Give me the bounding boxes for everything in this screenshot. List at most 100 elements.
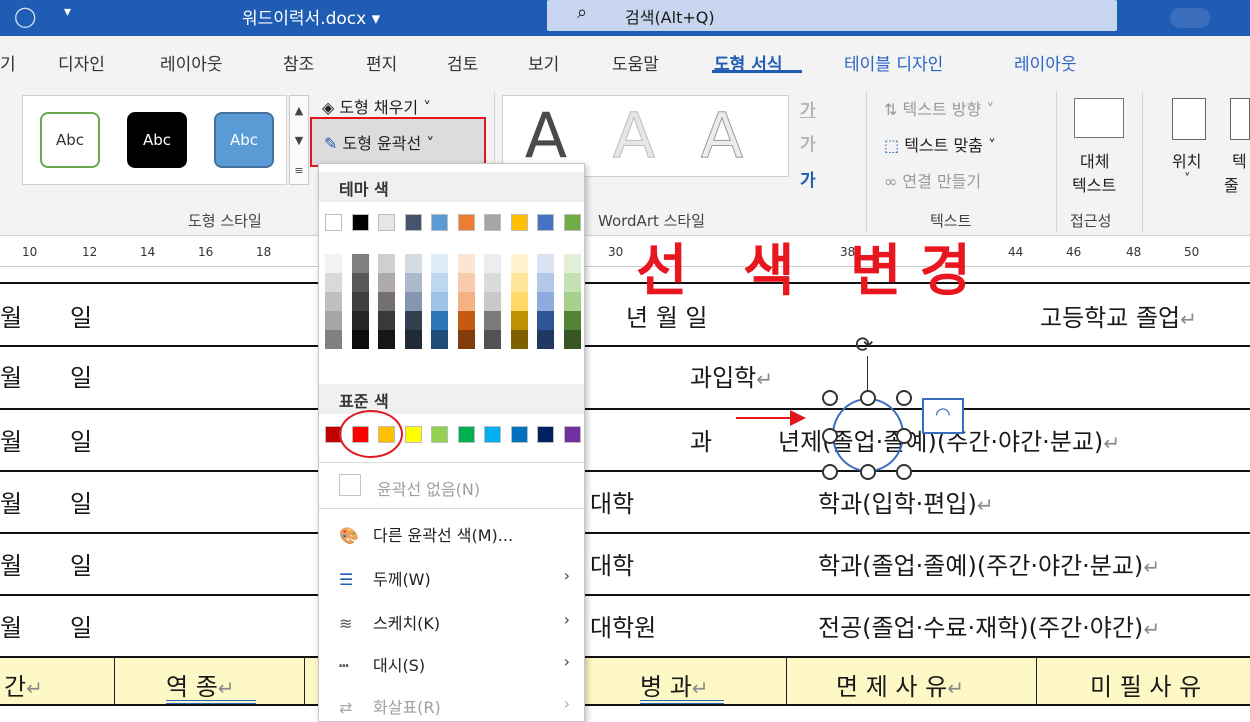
standard-color-swatch[interactable] [510, 426, 528, 443]
theme-shade-swatch[interactable] [325, 254, 342, 273]
table-cell[interactable]: 과입학↵ [690, 358, 773, 393]
theme-shade-swatch[interactable] [431, 311, 448, 330]
tab-review[interactable]: 검토 [447, 50, 478, 75]
table-cell[interactable]: 월 [0, 484, 22, 519]
resize-handle[interactable] [896, 390, 912, 406]
alt-text-button[interactable]: 대체 [1080, 148, 1109, 172]
search-box[interactable]: ⌕ 검색(Alt+Q) [547, 0, 1117, 31]
wordart-style-3[interactable]: A [684, 98, 760, 172]
theme-shade-swatch[interactable] [457, 330, 475, 349]
tab-partial[interactable]: 기 [0, 50, 16, 75]
table-header-cell[interactable]: 간↵ [4, 667, 43, 702]
dashes-item[interactable]: ┅ 대시(S) [339, 652, 425, 676]
table-cell[interactable]: 월 [0, 422, 22, 457]
tab-mailings[interactable]: 편지 [366, 50, 397, 75]
theme-shade-swatch[interactable] [378, 330, 395, 349]
standard-color-swatch[interactable] [457, 426, 475, 443]
theme-shade-swatch[interactable] [325, 292, 342, 311]
standard-color-swatch[interactable] [404, 426, 422, 443]
table-cell[interactable]: 대학원 [590, 608, 656, 643]
theme-color-swatch[interactable] [378, 214, 395, 231]
table-cell[interactable]: 일 [70, 484, 92, 519]
standard-color-swatch[interactable] [431, 426, 448, 443]
theme-shade-swatch[interactable] [378, 292, 395, 311]
weight-item[interactable]: ☰ 두께(W) [339, 566, 431, 590]
theme-shade-swatch[interactable] [404, 273, 422, 292]
theme-shade-swatch[interactable] [537, 273, 554, 292]
shape-outline-button[interactable]: ✎ 도형 윤곽선 ˅ [310, 117, 486, 167]
theme-shade-swatch[interactable] [351, 254, 369, 273]
shape-style-3[interactable]: Abc [214, 112, 274, 168]
theme-color-swatch[interactable] [484, 214, 501, 231]
layout-options-icon[interactable]: ◠ [922, 398, 964, 434]
theme-shade-swatch[interactable] [325, 273, 342, 292]
theme-shade-swatch[interactable] [431, 273, 448, 292]
table-header-cell[interactable]: 역 종↵ [166, 667, 235, 702]
shape-fill-button[interactable]: ◈ 도형 채우기 ˅ [322, 94, 431, 118]
chevron-down-icon[interactable]: ▼ [290, 126, 308, 156]
theme-shade-swatch[interactable] [510, 273, 528, 292]
table-header-cell[interactable]: 면 제 사 유↵ [836, 667, 964, 702]
standard-color-swatch[interactable] [484, 426, 501, 443]
more-outline-colors-item[interactable]: 🎨 다른 윤곽선 색(M)... [339, 522, 513, 546]
wrap-text-button[interactable]: 텍 [1232, 148, 1247, 172]
table-cell[interactable]: 과 [690, 422, 712, 457]
theme-shade-swatch[interactable] [510, 254, 528, 273]
horizontal-ruler[interactable]: 10 12 14 16 18 30 38 44 46 48 50 [0, 237, 1250, 267]
table-cell[interactable]: 전공(졸업·수료·재학)(주간·야간)↵ [818, 608, 1160, 643]
standard-color-swatch[interactable] [537, 426, 554, 443]
theme-shade-swatch[interactable] [563, 311, 581, 330]
table-cell[interactable]: 월 [0, 608, 22, 643]
position-button[interactable]: 위치 [1172, 148, 1201, 172]
theme-shade-swatch[interactable] [378, 254, 395, 273]
tab-layout[interactable]: 레이아웃 [160, 50, 223, 75]
wordart-style-2[interactable]: A [596, 98, 672, 172]
theme-shade-swatch[interactable] [457, 254, 475, 273]
text-outline-button[interactable]: 가 [800, 130, 816, 155]
theme-shade-swatch[interactable] [537, 330, 554, 349]
undo-icon[interactable]: ◯ [14, 4, 36, 28]
resize-handle[interactable] [896, 428, 912, 444]
text-fill-button[interactable]: 가 [800, 96, 816, 121]
theme-shade-swatch[interactable] [431, 330, 448, 349]
resize-handle[interactable] [822, 428, 838, 444]
table-cell[interactable]: 일 [70, 608, 92, 643]
arrows-item[interactable]: ⇄ 화살표(R) [339, 694, 441, 718]
theme-shade-swatch[interactable] [325, 311, 342, 330]
theme-shade-swatch[interactable] [537, 254, 554, 273]
theme-shade-swatch[interactable] [404, 254, 422, 273]
theme-shade-swatch[interactable] [484, 330, 501, 349]
text-direction-button[interactable]: ⇅ 텍스트 방향 ˅ [884, 96, 994, 120]
theme-shade-swatch[interactable] [510, 330, 528, 349]
theme-shade-swatch[interactable] [431, 292, 448, 311]
standard-color-swatch[interactable] [563, 426, 581, 443]
table-cell[interactable]: 월 [0, 546, 22, 581]
tab-design[interactable]: 디자인 [58, 50, 105, 75]
table-header-cell[interactable]: 병 과↵ [640, 667, 709, 702]
table-cell[interactable]: 일 [70, 358, 92, 393]
theme-shade-swatch[interactable] [563, 273, 581, 292]
shape-style-2[interactable]: Abc [127, 112, 187, 168]
gallery-scroll[interactable]: ▲ ▼ ≡ [289, 95, 309, 185]
theme-shade-swatch[interactable] [537, 292, 554, 311]
table-cell[interactable]: 일 [70, 298, 92, 333]
tab-table-layout[interactable]: 레이아웃 [1014, 50, 1077, 75]
theme-shade-swatch[interactable] [484, 292, 501, 311]
tab-view[interactable]: 보기 [528, 50, 559, 75]
theme-color-swatch[interactable] [351, 214, 369, 231]
theme-shade-swatch[interactable] [484, 273, 501, 292]
theme-shade-swatch[interactable] [378, 311, 395, 330]
theme-color-swatch[interactable] [510, 214, 528, 231]
theme-color-swatch[interactable] [563, 214, 581, 231]
theme-shade-swatch[interactable] [510, 292, 528, 311]
tab-table-design[interactable]: 테이블 디자인 [844, 50, 943, 75]
theme-shade-swatch[interactable] [457, 273, 475, 292]
table-cell[interactable]: 대학 [590, 546, 634, 581]
theme-shade-swatch[interactable] [351, 292, 369, 311]
theme-shade-swatch[interactable] [457, 292, 475, 311]
table-header-cell[interactable]: 미 필 사 유 [1090, 667, 1201, 702]
table-cell[interactable]: 대학 [590, 484, 634, 519]
sketch-item[interactable]: ≋ 스케치(K) [339, 610, 440, 634]
theme-shade-swatch[interactable] [325, 330, 342, 349]
resize-handle[interactable] [860, 464, 876, 480]
